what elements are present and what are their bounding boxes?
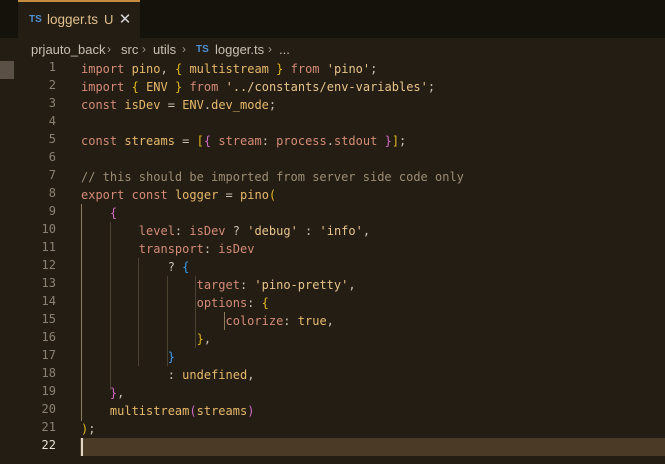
code-line-8: export const logger = pino(: [81, 188, 277, 202]
line-number: 4: [48, 114, 56, 128]
line-number: 7: [48, 168, 56, 182]
current-line-highlight: [80, 438, 665, 456]
code-line-17: }: [167, 350, 175, 364]
line-number: 18: [41, 366, 56, 380]
code-line-3: const isDev = ENV.dev_mode;: [81, 98, 277, 112]
breadcrumb-item-utils[interactable]: utils: [153, 42, 176, 57]
line-number: 21: [41, 420, 56, 434]
breadcrumb-item-prjauto-back[interactable]: prjauto_back: [31, 42, 105, 57]
line-number: 5: [48, 132, 56, 146]
line-number: 14: [41, 294, 56, 308]
code-line-5: const streams = [{ stream: process.stdou…: [81, 134, 407, 148]
line-number: 1: [48, 60, 56, 74]
code-line-21: );: [81, 422, 96, 436]
breadcrumb: prjauto_back › src › utils › TS logger.t…: [0, 38, 665, 60]
breadcrumb-item-src[interactable]: src: [121, 42, 138, 57]
code-line-2: import { ENV } from '../constants/env-va…: [81, 80, 436, 94]
code-line-16: },: [196, 332, 212, 346]
line-number: 19: [41, 384, 56, 398]
breadcrumb-item-symbols[interactable]: ...: [279, 42, 290, 57]
tab-bar: TS logger.ts U ✕: [0, 0, 665, 38]
line-number: 2: [48, 78, 56, 92]
code-line-9: {: [109, 206, 118, 220]
close-icon[interactable]: ✕: [118, 10, 132, 28]
line-number: 13: [41, 276, 56, 290]
line-number: 10: [41, 222, 56, 236]
line-number: 16: [41, 330, 56, 344]
tab-filename: logger.ts: [47, 12, 99, 27]
line-number: 9: [48, 204, 56, 218]
line-number: 3: [48, 96, 56, 110]
line-number: 11: [41, 240, 56, 254]
untracked-badge: U: [104, 12, 114, 27]
code-line-20: multistream(streams): [109, 404, 255, 418]
code-line-18: : undefined,: [167, 368, 255, 382]
code-line-1: import pino, { multistream } from 'pino'…: [81, 62, 378, 76]
chevron-right-icon: ›: [268, 42, 272, 56]
code-line-14: options: {: [196, 296, 269, 310]
code-line-10: level: isDev ? 'debug' : 'info',: [138, 224, 371, 238]
code-line-19: },: [109, 386, 125, 400]
typescript-icon: TS: [29, 14, 42, 25]
text-cursor: [81, 438, 83, 456]
line-number: 20: [41, 402, 56, 416]
line-number: 12: [41, 258, 56, 272]
line-number: 6: [48, 150, 56, 164]
scrollbar-marker[interactable]: [0, 61, 14, 79]
code-line-13: target: 'pino-pretty',: [196, 278, 356, 292]
line-number-active: 22: [41, 438, 56, 452]
line-number: 15: [41, 312, 56, 326]
code-line-11: transport: isDev: [138, 242, 255, 256]
chevron-right-icon: ›: [107, 42, 111, 56]
typescript-icon: TS: [196, 44, 209, 55]
line-number: 17: [41, 348, 56, 362]
tab-logger-ts[interactable]: TS logger.ts U ✕: [18, 0, 140, 38]
chevron-right-icon: ›: [142, 42, 146, 56]
code-line-7: // this should be imported from server s…: [81, 170, 464, 184]
chevron-right-icon: ›: [182, 42, 186, 56]
code-line-12: ? {: [167, 260, 190, 274]
line-number: 8: [48, 186, 56, 200]
code-line-15: colorize: true,: [225, 314, 334, 328]
breadcrumb-item-file[interactable]: logger.ts: [215, 42, 264, 57]
